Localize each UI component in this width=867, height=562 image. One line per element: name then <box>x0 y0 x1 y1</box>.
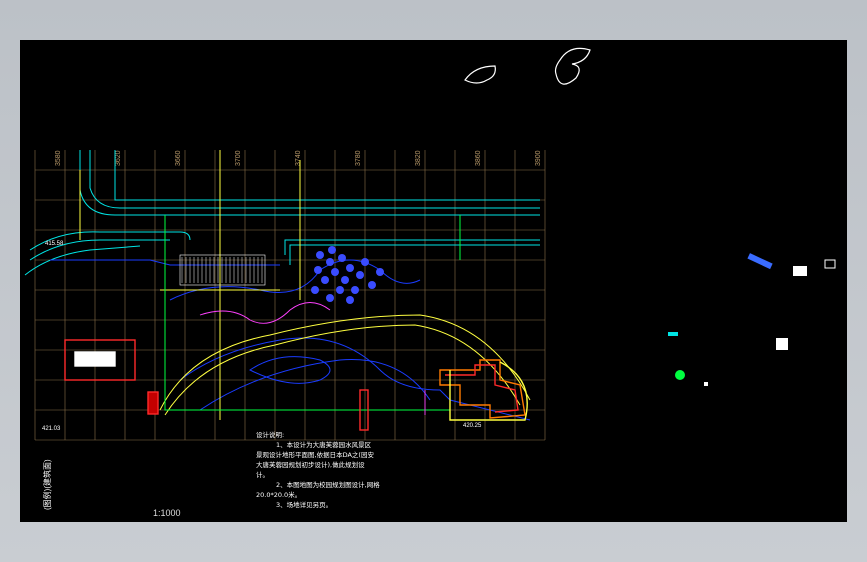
tree-mark <box>338 254 346 262</box>
window-chrome: 3580 3620 3660 3700 3740 3780 3820 3860 3900 <box>0 0 867 562</box>
notes-title: 设计说明: <box>256 431 285 439</box>
tree-mark <box>361 258 369 266</box>
grid-label: 3860 <box>475 150 482 166</box>
tree-mark <box>376 268 384 276</box>
elevation-label: 420.25 <box>463 423 482 429</box>
notes-line: 1、本设计为大唐芙蓉园水风景区 <box>276 441 372 449</box>
grid-label: 3580 <box>55 150 62 166</box>
design-notes: 设计说明: 1、本设计为大唐芙蓉园水风景区 景观设计地形平面图,依据日本DA之(… <box>256 430 380 510</box>
tree-mark <box>321 276 329 284</box>
grid-label: 3900 <box>535 150 542 166</box>
cloud-symbols <box>464 47 591 85</box>
grid-label: 3620 <box>115 150 122 166</box>
tree-mark <box>311 286 319 294</box>
notes-line: 大唐芙蓉园规划初步设计),做此规划设 <box>256 461 365 469</box>
grid-label: 3660 <box>175 150 182 166</box>
tree-mark <box>351 286 359 294</box>
tree-mark <box>326 294 334 302</box>
notes-line: 2、本图地图为校园规划图设计,网格 <box>276 481 380 489</box>
tree-mark <box>328 246 336 254</box>
grid-label: 3780 <box>355 150 362 166</box>
tree-mark <box>356 271 364 279</box>
tree-mark <box>346 296 354 304</box>
coordinate-grid <box>34 150 546 441</box>
notes-line: 景观设计地形平面图,依据日本DA之(园安 <box>256 451 374 459</box>
tree-mark <box>314 266 322 274</box>
grid-labels: 3580 3620 3660 3700 3740 3780 3820 3860 3900 <box>55 150 542 166</box>
tree-mark <box>341 276 349 284</box>
cad-drawing-canvas[interactable]: 3580 3620 3660 3700 3740 3780 3820 3860 3900 <box>20 40 847 522</box>
tree-cluster <box>311 246 384 304</box>
roads <box>24 150 540 276</box>
grid-label: 3700 <box>235 150 242 166</box>
elevation-label: 419.94 <box>78 356 97 362</box>
side-label: (图例)(建筑面) <box>42 459 52 510</box>
notes-line: 3、场地详见另页。 <box>276 501 333 509</box>
tree-mark <box>316 251 324 259</box>
scale-label: 1:1000 <box>153 508 181 518</box>
notes-line: 20.0*20.0米。 <box>256 491 302 499</box>
elevation-label: 415.58 <box>45 241 64 247</box>
tree-mark <box>326 258 334 266</box>
buildings <box>64 339 528 431</box>
tree-mark <box>336 286 344 294</box>
parking-lot <box>179 254 266 286</box>
grid-label: 3820 <box>415 150 422 166</box>
tree-mark <box>331 268 339 276</box>
site-plan-drawing: 3580 3620 3660 3700 3740 3780 3820 3860 3900 <box>24 47 836 510</box>
tree-mark <box>346 264 354 272</box>
notes-line: 计。 <box>256 471 269 479</box>
right-side-objects <box>668 253 836 386</box>
elevation-label: 421.03 <box>42 426 61 432</box>
grid-label: 3740 <box>295 150 302 166</box>
tree-mark <box>368 281 376 289</box>
